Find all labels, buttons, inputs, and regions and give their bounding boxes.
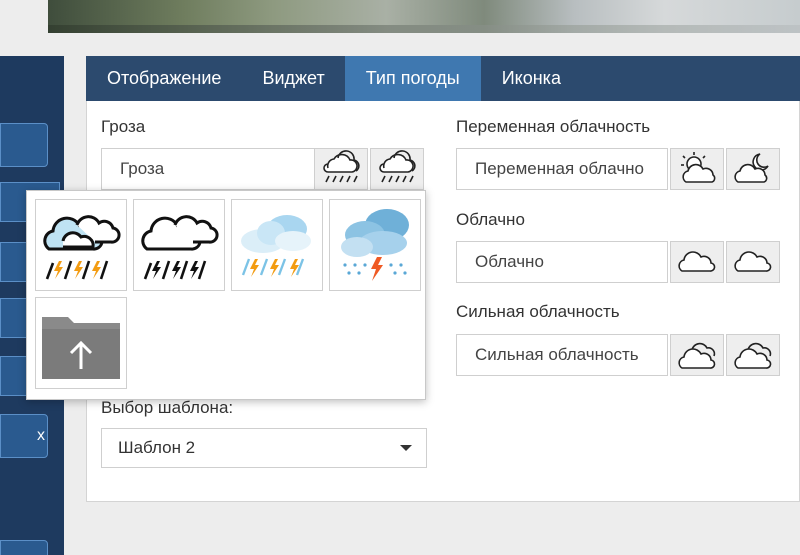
heavy-input[interactable]: Сильная облачность [456,334,668,376]
cloudy-label: Облачно [456,210,525,229]
template-label: Выбор шаблона: [101,398,234,417]
tab-bar: Отображение Виджет Тип погоды Иконка [86,56,800,101]
cloudy-input[interactable]: Облачно [456,241,668,283]
template-select[interactable]: Шаблон 2 [101,428,427,468]
thunderstorm-small-icon [323,150,360,183]
sun-cloud-icon [681,152,716,183]
tab-widget[interactable]: Виджет [242,56,344,101]
sidebar-item-7[interactable] [0,540,48,555]
template-select-value: Шаблон 2 [118,438,196,457]
cloudy-night-icon-button[interactable] [726,241,780,283]
upload-folder-icon [42,317,120,379]
header-banner-image [48,0,800,33]
tab-weather-type[interactable]: Тип погоды [344,56,481,101]
cloud-icon [734,251,772,272]
thunder-label: Гроза [101,117,146,136]
variable-label: Переменная облачность [456,117,651,136]
icon-picker-popup [26,190,426,400]
thunderstorm-small-icon [379,150,416,183]
icon-option-upload[interactable] [35,297,127,389]
thunderstorm-color-icon [43,215,121,280]
variable-night-icon-button[interactable] [726,148,780,190]
sidebar-item-1[interactable] [0,123,48,167]
double-cloud-icon [678,342,716,369]
icon-option-2[interactable] [133,199,225,291]
heavy-night-icon-button[interactable] [726,334,780,376]
tab-icon[interactable]: Иконка [481,56,582,101]
sidebar-item-6[interactable]: х [0,414,48,458]
thunderstorm-light-blue-icon [241,215,311,277]
icon-option-4[interactable] [329,199,421,291]
thunderstorm-outline-icon [141,215,219,280]
variable-day-icon-button[interactable] [670,148,724,190]
icon-option-3[interactable] [231,199,323,291]
tab-display[interactable]: Отображение [86,56,242,101]
chevron-down-icon [400,445,412,451]
cloudy-day-icon-button[interactable] [670,241,724,283]
moon-cloud-icon [734,153,769,183]
heavy-label: Сильная облачность [456,302,620,321]
double-cloud-icon [734,342,772,369]
heavy-day-icon-button[interactable] [670,334,724,376]
thunder-input[interactable]: Гроза [101,148,315,190]
thunder-day-icon-button[interactable] [314,148,368,190]
icon-option-1[interactable] [35,199,127,291]
thunderstorm-dense-blue-icon [341,209,409,281]
variable-input[interactable]: Переменная облачно [456,148,668,190]
cloud-icon [678,251,716,272]
thunder-night-icon-button[interactable] [370,148,424,190]
